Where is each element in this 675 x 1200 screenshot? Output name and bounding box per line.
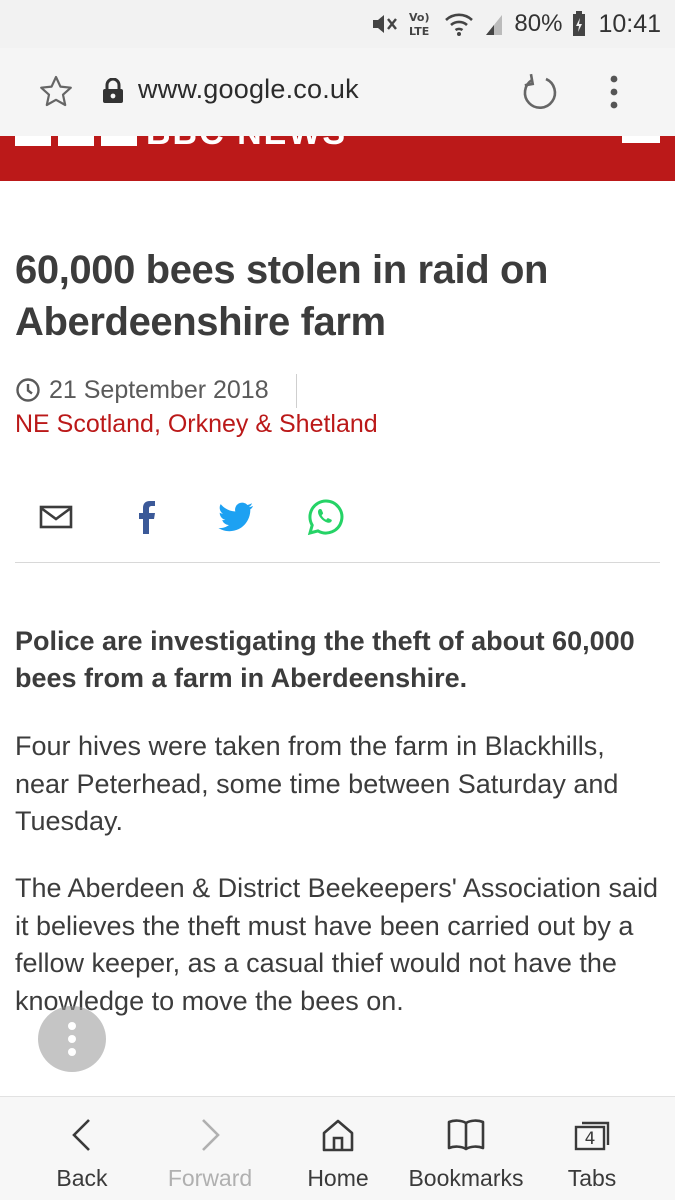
forward-label: Forward xyxy=(167,1165,253,1191)
bottom-navigation: Back Forward Home Bookmarks 4 Tabs xyxy=(0,1096,675,1200)
article-paragraph: The Aberdeen & District Beekeepers' Asso… xyxy=(15,873,659,1016)
date-text: 21 September 2018 xyxy=(49,375,269,404)
bookmarks-label: Bookmarks xyxy=(408,1165,524,1191)
back-icon xyxy=(69,1113,95,1157)
share-row xyxy=(0,494,675,540)
clock: 10:41 xyxy=(598,9,661,38)
share-divider xyxy=(15,562,660,563)
whatsapp-icon[interactable] xyxy=(303,494,349,540)
lock-icon xyxy=(102,77,124,109)
menu-icon[interactable] xyxy=(622,136,660,143)
forward-icon xyxy=(197,1113,223,1157)
forward-button[interactable]: Forward xyxy=(160,1097,260,1200)
more-icon[interactable] xyxy=(604,74,624,115)
section-link[interactable]: NE Scotland, Orkney & Shetland xyxy=(15,410,378,439)
back-button[interactable]: Back xyxy=(46,1097,118,1200)
clock-icon xyxy=(16,378,40,402)
tabs-button[interactable]: 4 Tabs xyxy=(560,1097,624,1200)
tabs-label: Tabs xyxy=(567,1165,617,1191)
svg-text:LTE: LTE xyxy=(409,25,429,38)
floating-menu-dot xyxy=(68,1035,76,1043)
status-bar: Vo) LTE 80% 10:41 xyxy=(0,0,675,48)
home-label: Home xyxy=(307,1165,369,1191)
twitter-icon[interactable] xyxy=(213,494,259,540)
mute-icon xyxy=(370,11,398,37)
article-date: 21 September 2018 xyxy=(15,374,269,406)
home-button[interactable]: Home xyxy=(300,1097,376,1200)
reload-icon[interactable] xyxy=(520,72,560,117)
article-intro: Police are investigating the theft of ab… xyxy=(15,626,635,693)
bookmarks-button[interactable]: Bookmarks xyxy=(406,1097,526,1200)
facebook-icon[interactable] xyxy=(123,494,169,540)
bbc-news-logo[interactable]: BBC NEWS xyxy=(146,136,347,153)
floating-menu-button[interactable] xyxy=(38,1006,106,1072)
bbc-news-header: BBC NEWS xyxy=(0,136,675,181)
svg-text:Vo): Vo) xyxy=(409,11,430,24)
battery-percentage: 80% xyxy=(514,10,563,37)
volte-icon: Vo) LTE xyxy=(408,10,434,38)
url-bar: www.google.co.uk xyxy=(0,48,675,136)
tab-count: 4 xyxy=(585,1129,596,1149)
floating-menu-dot xyxy=(68,1022,76,1030)
bbc-logo-block-b1 xyxy=(15,136,51,146)
bbc-logo-block-b2 xyxy=(58,136,94,146)
email-icon[interactable] xyxy=(33,494,79,540)
tabs-icon: 4 xyxy=(572,1113,612,1157)
article-headline: 60,000 bees stolen in raid on Aberdeensh… xyxy=(15,248,549,344)
bbc-logo-block-c xyxy=(101,136,137,146)
meta-divider xyxy=(296,374,297,408)
home-icon xyxy=(320,1113,356,1157)
wifi-icon xyxy=(444,11,474,37)
url-text[interactable]: www.google.co.uk xyxy=(138,74,359,105)
back-label: Back xyxy=(56,1165,108,1191)
star-icon[interactable] xyxy=(38,74,74,115)
battery-icon xyxy=(572,11,586,37)
signal-icon xyxy=(484,11,504,37)
bookmarks-icon xyxy=(446,1113,486,1157)
article-paragraph: Four hives were taken from the farm in B… xyxy=(15,731,619,836)
floating-menu-dot xyxy=(68,1048,76,1056)
